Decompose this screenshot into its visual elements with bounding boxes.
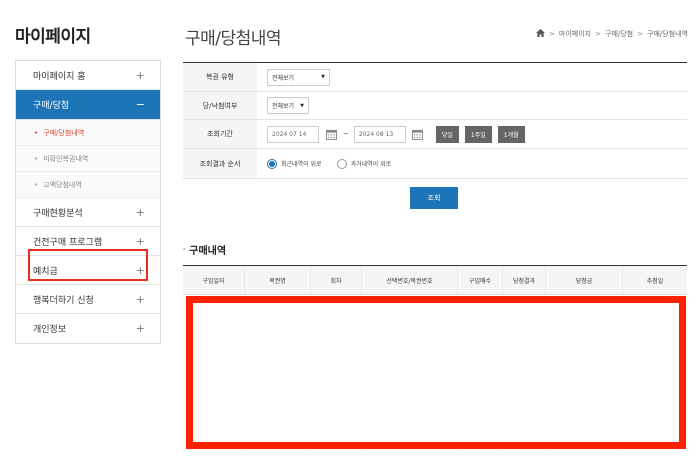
- plus-icon: +: [135, 234, 145, 248]
- form-row-win-status: 당/낙첨여부 전체보기 ▼: [183, 92, 687, 120]
- chevron-down-icon: ▼: [321, 74, 325, 80]
- sidebar-item-deposit[interactable]: 예치금 +: [16, 256, 160, 285]
- column-header: 회차: [311, 266, 362, 294]
- sidebar-item-happiness-plus[interactable]: 행복더하기 신청 +: [16, 285, 160, 314]
- chevron-right-icon: >: [595, 30, 601, 38]
- table-header: 구입일자 복권명 회차 선택번호/복권번호 구입매수 당첨결과 당첨금 추첨일: [183, 266, 687, 295]
- sidebar-subitem-label: 미확인복권내역: [43, 154, 89, 163]
- column-header: 구입일자: [183, 266, 245, 294]
- sidebar-item-label: 개인정보: [33, 325, 67, 335]
- win-status-label: 당/낙첨여부: [183, 92, 257, 119]
- chevron-right-icon: >: [637, 30, 643, 38]
- form-row-order: 조회결과 순서 최근내역이 위로 과거내역이 위로: [183, 149, 687, 179]
- column-header: 당첨금: [546, 266, 623, 294]
- sidebar-item-mypage-home[interactable]: 마이페이지 홈 +: [16, 61, 160, 90]
- sidebar-subitem-high-winnings[interactable]: • 고액당첨내역: [16, 172, 160, 198]
- search-form: 복권 유형 전체보기 ▼ 당/낙첨여부 전체보기 ▼ 조회기간 2024 07 …: [183, 62, 687, 179]
- sidebar-item-label: 건전구매 프로그램: [33, 237, 103, 248]
- bullet-icon: •: [34, 180, 39, 189]
- sidebar-item-label: 예치금: [33, 266, 58, 277]
- order-past-radio[interactable]: 과거내역이 위로: [336, 158, 391, 169]
- sidebar-item-healthy-program[interactable]: 건전구매 프로그램 +: [16, 227, 160, 256]
- column-header: 복권명: [245, 266, 311, 294]
- breadcrumb-item[interactable]: 마이페이지: [559, 29, 591, 39]
- chevron-down-icon: ▼: [300, 102, 304, 109]
- form-row-lottery-type: 복권 유형 전체보기 ▼: [183, 63, 687, 92]
- plus-icon: +: [135, 68, 145, 82]
- start-date-input[interactable]: 2024 07 14: [267, 125, 319, 143]
- bullet-icon: •: [34, 154, 39, 163]
- section-title: · 구매내역: [183, 246, 227, 257]
- sidebar-item-label: 행복더하기 신청: [33, 295, 94, 306]
- sidebar-item-purchase-win[interactable]: 구매/당첨 −: [16, 90, 160, 120]
- range-separator: ~: [343, 130, 349, 138]
- redaction-box: [186, 296, 686, 449]
- one-month-button[interactable]: 1개월: [497, 125, 525, 143]
- sidebar-item-label: 구매/당첨: [33, 101, 70, 111]
- calendar-icon[interactable]: [411, 127, 425, 141]
- sidebar-item-label: 구매현황분석: [33, 208, 83, 219]
- one-week-button[interactable]: 1주일: [464, 125, 492, 143]
- order-recent-radio[interactable]: 최근내역이 위로: [267, 158, 322, 169]
- radio-selected-icon: [267, 158, 277, 169]
- sidebar-subitem-purchase-history[interactable]: • 구매/당첨내역: [16, 120, 160, 146]
- column-header: 선택번호/복권번호: [362, 266, 458, 294]
- sidebar-title: 마이페이지: [15, 27, 91, 47]
- page-title: 구매/당첨내역: [185, 29, 282, 49]
- lottery-type-label: 복권 유형: [183, 63, 257, 91]
- end-date-input[interactable]: 2024 08 13: [353, 125, 406, 143]
- breadcrumb-item[interactable]: 구매/당첨내역: [647, 29, 688, 39]
- plus-icon: +: [135, 292, 145, 306]
- period-label: 조회기간: [183, 120, 257, 148]
- sidebar-menu: 마이페이지 홈 + 구매/당첨 − • 구매/당첨내역 • 미확인복권내역 • …: [15, 60, 161, 344]
- chevron-right-icon: >: [549, 30, 555, 38]
- sidebar-subitem-unchecked[interactable]: • 미확인복권내역: [16, 146, 160, 172]
- plus-icon: +: [135, 322, 145, 335]
- today-button[interactable]: 당일: [435, 125, 459, 143]
- breadcrumb-item[interactable]: 구매/당첨: [605, 29, 633, 39]
- sidebar-subitem-label: 고액당첨내역: [43, 180, 82, 189]
- radio-unselected-icon: [336, 158, 347, 169]
- calendar-icon[interactable]: [324, 127, 338, 141]
- plus-icon: +: [135, 263, 145, 277]
- form-row-period: 조회기간 2024 07 14 ~ 2024 08 13 당일 1주일 1개월: [183, 120, 687, 149]
- search-button[interactable]: 조회: [410, 187, 458, 209]
- sidebar-subitem-label: 구매/당첨내역: [43, 128, 85, 137]
- home-icon[interactable]: [536, 29, 545, 39]
- minus-icon: −: [135, 98, 145, 111]
- column-header: 구입매수: [458, 266, 503, 294]
- order-label: 조회결과 순서: [183, 149, 257, 178]
- bullet-icon: ·: [183, 246, 186, 253]
- win-status-select[interactable]: 전체보기 ▼: [267, 97, 309, 114]
- sidebar-item-purchase-analysis[interactable]: 구매현황분석 +: [16, 198, 160, 227]
- breadcrumb: > 마이페이지 > 구매/당첨 > 구매/당첨내역: [536, 29, 688, 39]
- column-header: 당첨결과: [503, 266, 546, 294]
- column-header: 추첨일: [646, 277, 664, 285]
- sidebar-item-label: 마이페이지 홈: [33, 71, 86, 82]
- lottery-type-select[interactable]: 전체보기 ▼: [267, 68, 330, 86]
- bullet-icon: •: [34, 128, 39, 137]
- sidebar-item-personal-info[interactable]: 개인정보 +: [16, 314, 160, 343]
- plus-icon: +: [135, 205, 145, 219]
- sidebar-submenu: • 구매/당첨내역 • 미확인복권내역 • 고액당첨내역: [16, 120, 160, 198]
